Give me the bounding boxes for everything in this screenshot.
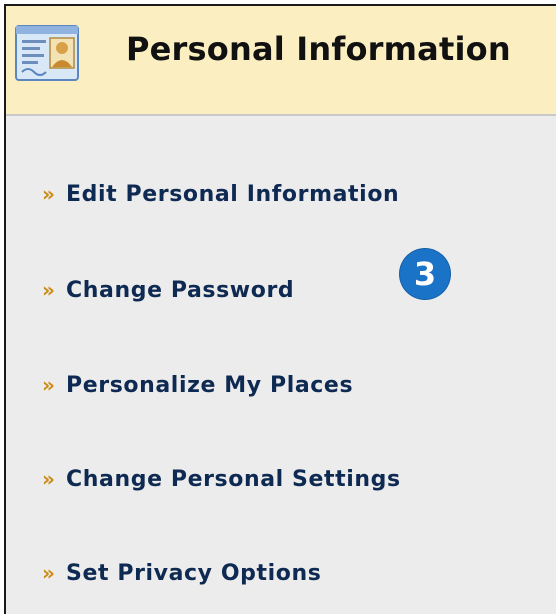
menu-item-label: Change Personal Settings: [66, 466, 401, 492]
menu-item-change-password[interactable]: » Change Password: [42, 274, 294, 306]
menu-item-label: Change Password: [66, 277, 295, 303]
menu-item-edit-personal-information[interactable]: » Edit Personal Information: [42, 178, 399, 210]
menu-item-label: Personalize My Places: [66, 372, 354, 398]
step-number-badge: 3: [400, 249, 450, 299]
chevron-right-icon: »: [42, 373, 55, 397]
chevron-right-icon: »: [42, 467, 55, 491]
menu-item-label: Set Privacy Options: [66, 560, 322, 586]
menu-item-personalize-my-places[interactable]: » Personalize My Places: [42, 369, 353, 401]
panel-header: Personal Information: [6, 6, 556, 116]
page-title: Personal Information: [126, 30, 511, 68]
chevron-right-icon: »: [42, 561, 55, 585]
menu-item-set-privacy-options[interactable]: » Set Privacy Options: [42, 557, 321, 589]
id-card-icon: [14, 20, 82, 88]
menu-item-change-personal-settings[interactable]: » Change Personal Settings: [42, 463, 401, 495]
personal-information-panel: Personal Information » Edit Personal Inf…: [4, 4, 556, 614]
chevron-right-icon: »: [42, 278, 55, 302]
menu-item-label: Edit Personal Information: [66, 181, 400, 207]
chevron-right-icon: »: [42, 182, 55, 206]
